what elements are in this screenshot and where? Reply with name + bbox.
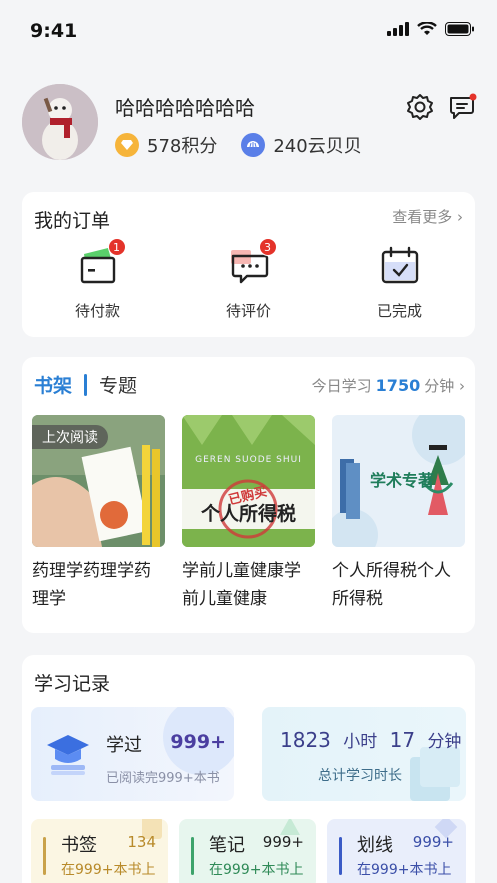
study-records-card: 学习记录 学过 999+ 已阅读完999+本书 1823 小时 17 分钟 总计… xyxy=(22,655,475,883)
chat-bubble-icon: 3 xyxy=(225,238,277,288)
total-study-time-box[interactable]: 1823 小时 17 分钟 总计学习时长 xyxy=(262,707,466,801)
username: 哈哈哈哈哈哈哈 xyxy=(115,96,255,120)
book-cover: 学术专著 xyxy=(332,415,465,547)
order-completed[interactable]: 已完成 xyxy=(324,244,475,321)
chevron-right-icon: › xyxy=(459,377,465,395)
books-learned-box[interactable]: 学过 999+ 已阅读完999+本书 xyxy=(31,707,234,801)
tab-topics[interactable]: 专题 xyxy=(99,371,137,398)
graduation-cap-icon xyxy=(47,735,89,775)
bookmarks-title: 书签 xyxy=(61,835,97,856)
status-time: 9:41 xyxy=(30,20,78,42)
points-value: 578积分 xyxy=(147,136,218,157)
today-study-link[interactable]: 今日学习 1750 分钟 › xyxy=(312,375,465,396)
book-cover: 上次阅读 xyxy=(32,415,165,547)
pending-payment-count: 1 xyxy=(107,238,126,256)
tab-bookshelf[interactable]: 书架 xyxy=(34,371,72,398)
points-stat[interactable]: 578积分 xyxy=(115,132,217,158)
notes-box[interactable]: 笔记 999+ 在999+本书上 xyxy=(179,819,316,883)
highlights-value: 999+ xyxy=(412,833,454,851)
coins-value: 240云贝贝 xyxy=(273,136,362,157)
wallet-icon: 1 xyxy=(74,238,126,288)
learned-sub: 已阅读完999+本书 xyxy=(106,771,220,786)
cover-title: 学术专著 xyxy=(370,471,435,490)
book-title: 药理学药理学药理学 xyxy=(32,561,151,609)
book-title: 个人所得税个人所得税 xyxy=(332,561,451,609)
order-pending-review[interactable]: 3 待评价 xyxy=(173,238,324,321)
book-item[interactable]: GEREN SUODE SHUI 个人所得税 已购买 学前儿童健康学前儿童健康 xyxy=(182,415,315,613)
bookmark-bar xyxy=(43,837,46,875)
bookmarks-box[interactable]: 书签 134 在999+本书上 xyxy=(31,819,168,883)
last-read-tag: 上次阅读 xyxy=(32,425,108,449)
book-item[interactable]: 学术专著 个人所得税个人所得税 xyxy=(332,415,465,613)
book-title: 学前儿童健康学前儿童健康 xyxy=(182,561,301,609)
bookmarks-value: 134 xyxy=(127,833,156,851)
highlights-title: 划线 xyxy=(357,835,393,856)
notes-value: 999+ xyxy=(262,833,304,851)
order-label: 待付款 xyxy=(74,302,120,320)
learned-label: 学过 xyxy=(106,735,142,756)
book-cover: GEREN SUODE SHUI 个人所得税 已购买 xyxy=(182,415,315,547)
total-study-sub: 总计学习时长 xyxy=(318,768,402,784)
status-bar: 9:41 xyxy=(0,0,497,62)
pending-review-count: 3 xyxy=(258,238,277,256)
wifi-icon xyxy=(417,22,437,35)
order-label: 已完成 xyxy=(376,302,422,320)
today-study-minutes: 1750 xyxy=(375,376,421,395)
settings-gear-icon[interactable] xyxy=(405,92,435,122)
highlights-box[interactable]: 划线 999+ 在999+本书上 xyxy=(327,819,466,883)
orders-title: 我的订单 xyxy=(34,210,111,232)
message-icon[interactable] xyxy=(447,92,477,122)
book-item[interactable]: 上次阅读 药理学药理学药理学 xyxy=(32,415,165,613)
order-label: 待评价 xyxy=(225,302,271,320)
bookshelf-card: 书架 专题 今日学习 1750 分钟 › 上次阅读 药理学药理学药理学 GERE… xyxy=(22,357,475,633)
battery-icon xyxy=(445,22,474,36)
cover-subtitle: GEREN SUODE SHUI xyxy=(195,455,302,465)
orders-card: 我的订单 查看更多 › 1 待付款 3 待评价 已完成 xyxy=(22,192,475,337)
coins-stat[interactable]: 240云贝贝 xyxy=(241,132,362,158)
total-hours: 1823 xyxy=(280,728,331,752)
learned-value: 999+ xyxy=(170,731,226,753)
notes-title: 笔记 xyxy=(209,835,245,856)
highlights-bar xyxy=(339,837,342,875)
avatar[interactable] xyxy=(22,84,98,160)
records-title: 学习记录 xyxy=(34,673,111,695)
highlights-sub: 在999+本书上 xyxy=(357,862,452,878)
total-minutes: 17 xyxy=(389,728,416,752)
tab-divider xyxy=(84,373,88,396)
signal-icon xyxy=(387,22,409,36)
calendar-check-icon xyxy=(376,244,424,288)
shell-coin-icon xyxy=(241,133,266,157)
order-pending-payment[interactable]: 1 待付款 xyxy=(22,238,173,321)
chevron-right-icon: › xyxy=(457,208,463,226)
notes-sub: 在999+本书上 xyxy=(209,862,304,878)
orders-more-link[interactable]: 查看更多 › xyxy=(392,206,463,227)
notes-bar xyxy=(191,837,194,875)
profile-header: 哈哈哈哈哈哈哈 578积分 240云贝贝 xyxy=(22,84,477,164)
diamond-points-icon xyxy=(115,133,139,157)
bookmarks-sub: 在999+本书上 xyxy=(61,862,156,878)
